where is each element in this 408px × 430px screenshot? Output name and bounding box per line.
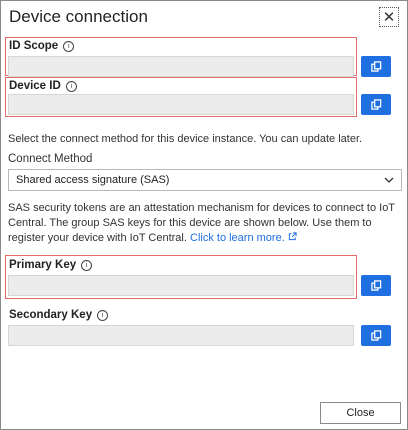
- chevron-down-icon: [384, 177, 394, 183]
- dialog-title: Device connection: [9, 7, 148, 26]
- device-id-label: Device ID: [9, 80, 61, 92]
- copy-secondary-key-button[interactable]: [361, 325, 391, 346]
- info-icon: i: [81, 259, 93, 271]
- copy-id-scope-button[interactable]: [361, 56, 391, 77]
- device-connection-dialog: Device connection ✕ ID Scope i Device ID…: [0, 0, 408, 430]
- copy-device-id-button[interactable]: [361, 94, 391, 115]
- primary-key-label: Primary Key: [9, 259, 77, 271]
- connect-method-label: Connect Method: [8, 153, 93, 165]
- sas-description: SAS security tokens are an attestation m…: [8, 201, 404, 246]
- copy-icon: [370, 99, 381, 110]
- device-id-field[interactable]: [8, 94, 354, 115]
- connect-method-value: Shared access signature (SAS): [16, 174, 170, 186]
- close-icon[interactable]: ✕: [379, 7, 399, 27]
- secondary-key-label-row: Secondary Key i: [9, 309, 109, 321]
- learn-more-link[interactable]: Click to learn more.: [190, 232, 297, 244]
- info-icon: i: [65, 80, 77, 92]
- primary-key-label-row: Primary Key i: [9, 259, 93, 271]
- learn-more-link-text: Click to learn more.: [190, 232, 285, 244]
- info-icon: i: [97, 309, 109, 321]
- copy-primary-key-button[interactable]: [361, 275, 391, 296]
- connect-method-select[interactable]: Shared access signature (SAS): [8, 169, 402, 191]
- secondary-key-field[interactable]: [8, 325, 354, 346]
- id-scope-label: ID Scope: [9, 40, 59, 52]
- id-scope-label-row: ID Scope i: [9, 40, 75, 52]
- connect-description: Select the connect method for this devic…: [8, 133, 363, 145]
- secondary-key-label: Secondary Key: [9, 309, 93, 321]
- id-scope-field[interactable]: [8, 56, 354, 77]
- external-link-icon: [288, 232, 297, 241]
- copy-icon: [370, 61, 381, 72]
- primary-key-field[interactable]: [8, 275, 354, 296]
- copy-icon: [370, 330, 381, 341]
- close-button[interactable]: Close: [320, 402, 401, 424]
- info-icon: i: [63, 40, 75, 52]
- device-id-label-row: Device ID i: [9, 80, 77, 92]
- copy-icon: [370, 280, 381, 291]
